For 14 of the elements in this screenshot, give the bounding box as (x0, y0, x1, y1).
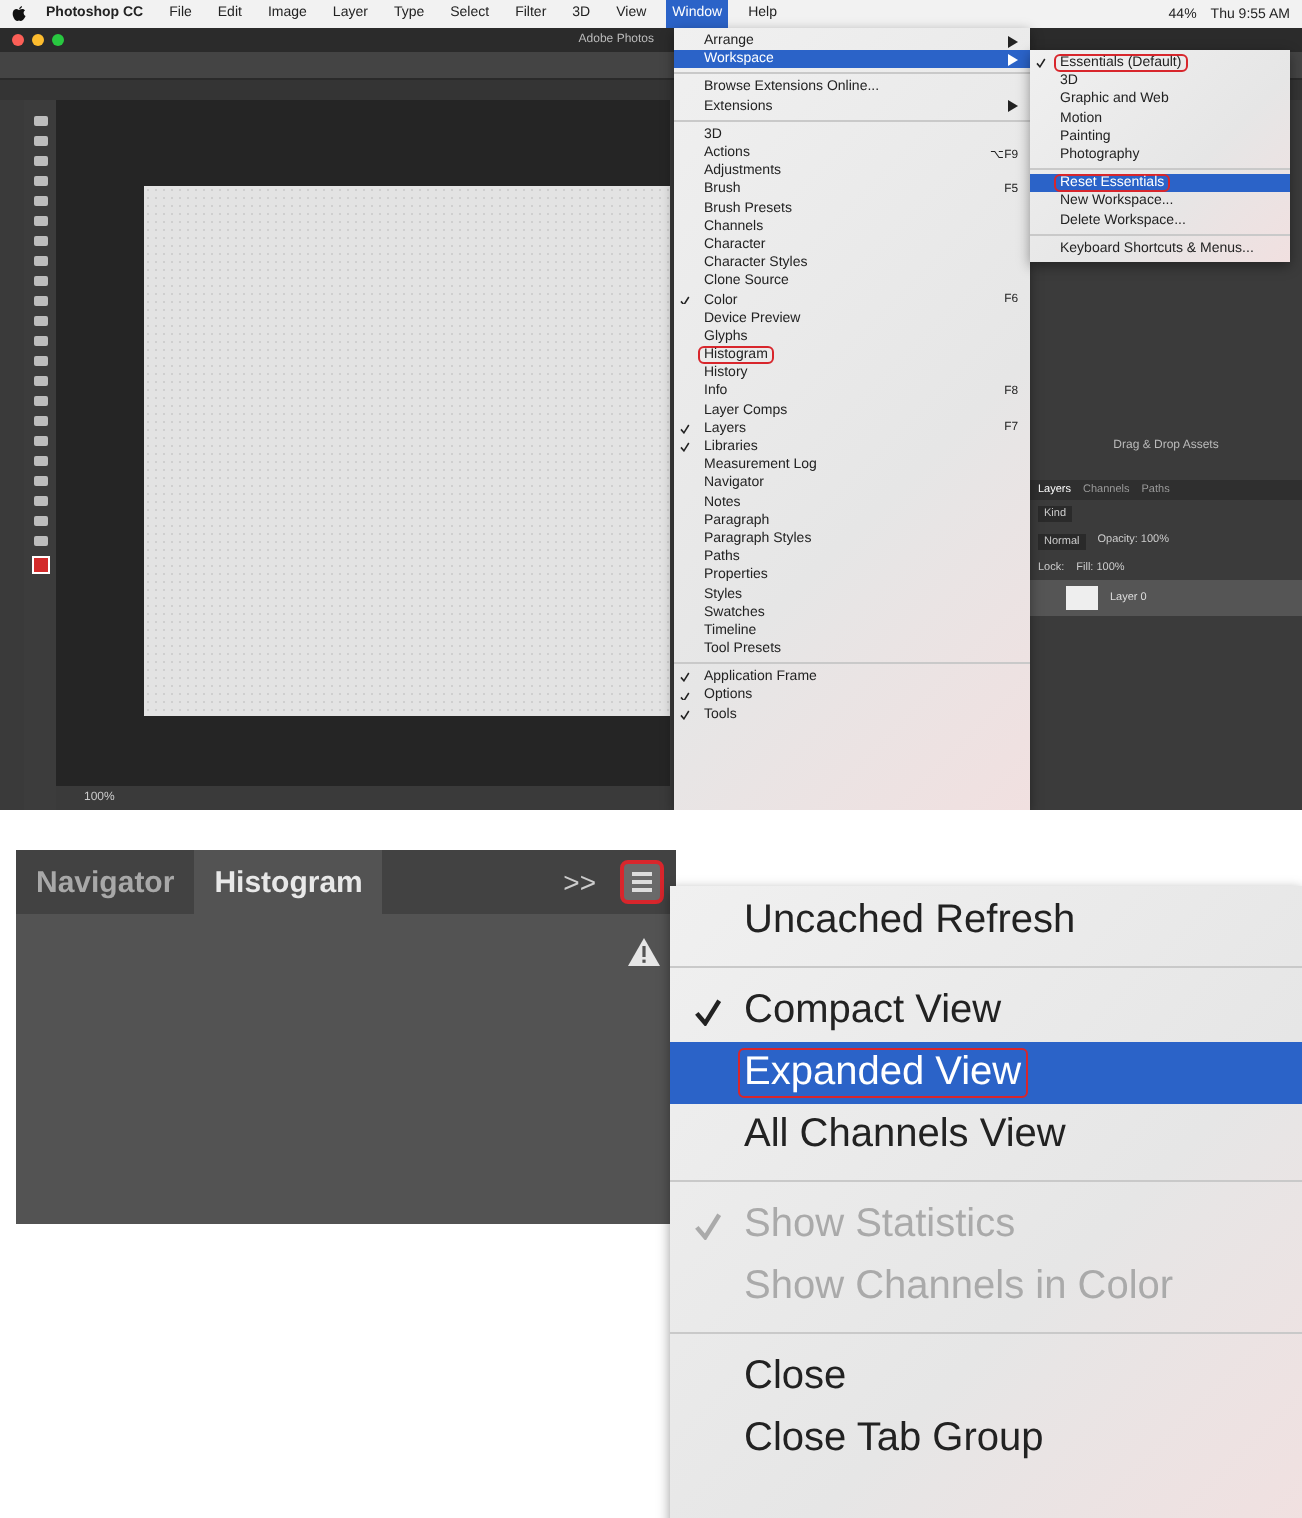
menu-item[interactable]: Compact View (670, 980, 1302, 1042)
panel-tab[interactable]: Histogram (194, 850, 383, 914)
color-swatch[interactable] (31, 556, 49, 574)
panel-tab[interactable]: Navigator (16, 850, 195, 914)
menu-item[interactable]: Uncached Refresh (670, 890, 1302, 952)
menu-item[interactable]: Close Tab Group (670, 1408, 1302, 1470)
panel-menu-button[interactable] (620, 860, 664, 904)
menu-item[interactable]: Expanded View (670, 1042, 1302, 1104)
menu-item[interactable]: All Channels View (670, 1104, 1302, 1166)
warning-icon (628, 938, 660, 966)
layer-thumbnail (1066, 586, 1098, 610)
collapse-button[interactable]: >> (563, 866, 596, 898)
apple-icon[interactable] (12, 6, 26, 22)
menu-item[interactable]: Close (670, 1346, 1302, 1408)
